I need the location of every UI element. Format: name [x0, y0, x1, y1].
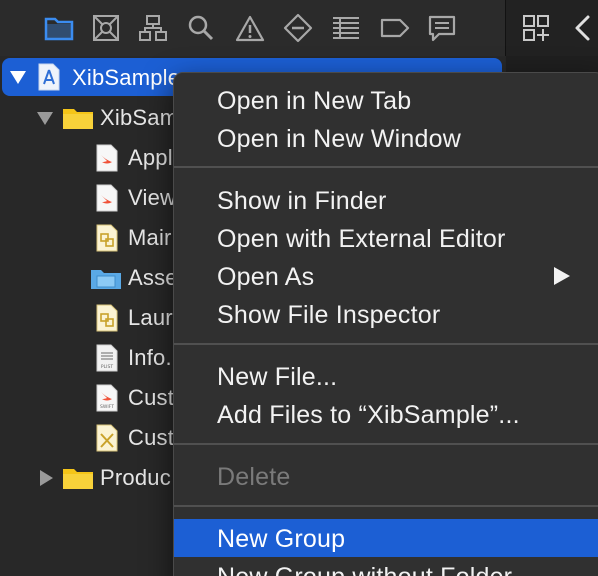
tree-item-label: Info. [128, 345, 172, 370]
menu-item-label: Open with External Editor [217, 225, 506, 253]
menu-item-delete: Delete [174, 457, 598, 495]
menu-separator [174, 166, 598, 168]
hierarchy-icon[interactable] [137, 12, 169, 44]
menu-separator [174, 505, 598, 507]
menu-item-new-file[interactable]: New File... [174, 357, 598, 395]
menu-item-label: Show in Finder [217, 187, 387, 215]
navigator-toolbar [0, 0, 505, 57]
storyboard-file-icon [96, 224, 118, 252]
menu-separator [174, 443, 598, 445]
menu-item-label: New Group [217, 525, 346, 553]
tree-item-label: Produc [100, 465, 171, 490]
editor-toolbar [506, 0, 598, 56]
menu-item-show-file-inspector[interactable]: Show File Inspector [174, 295, 598, 333]
menu-item-new-group-without-folder[interactable]: New Group without Folder [174, 557, 598, 576]
disclosure-triangle-icon[interactable] [40, 470, 53, 486]
menu-item-open-in-new-window[interactable]: Open in New Window [174, 119, 598, 157]
yellow-folder-icon [63, 469, 93, 489]
menu-item-label: Open in New Tab [217, 87, 412, 115]
tree-item-label: Asse [128, 265, 178, 290]
search-icon[interactable] [185, 12, 217, 44]
menu-item-show-in-finder[interactable]: Show in Finder [174, 181, 598, 219]
source-control-icon[interactable] [90, 12, 122, 44]
tree-item-label: Cust [128, 425, 175, 450]
test-diamond-icon[interactable] [282, 12, 314, 44]
menu-item-label: Open As [217, 263, 315, 291]
xcode-project-icon [38, 63, 60, 91]
report-icon[interactable] [426, 12, 458, 44]
disclosure-triangle-icon[interactable] [10, 71, 26, 84]
breakpoint-icon[interactable] [379, 12, 411, 44]
debug-list-icon[interactable] [330, 12, 362, 44]
storyboard-file-icon [96, 304, 118, 332]
plist-file-icon: PLIST [96, 344, 118, 372]
folder-icon[interactable] [43, 12, 75, 44]
tree-item-label: Laur [128, 305, 173, 330]
submenu-arrow-icon [554, 267, 570, 285]
menu-item-label: Open in New Window [217, 125, 461, 153]
tree-item-label: View [128, 185, 177, 210]
menu-item-open-as[interactable]: Open As [174, 257, 598, 295]
menu-separator [174, 343, 598, 345]
chevron-left-icon[interactable] [566, 12, 598, 44]
xib-file-icon [96, 424, 118, 452]
xcode-window: XibSample XibSam Appl View Mair Asse Lau… [0, 0, 598, 576]
swift-file-icon: SWIFT [96, 384, 118, 412]
file-type-badge: SWIFT [100, 404, 114, 410]
tree-item-label: Mair [128, 225, 172, 250]
menu-item-open-in-new-tab[interactable]: Open in New Tab [174, 81, 598, 119]
tree-item-label: XibSam [100, 105, 179, 130]
swift-file-icon [96, 144, 118, 172]
menu-item-open-with-external-editor[interactable]: Open with External Editor [174, 219, 598, 257]
menu-item-new-group[interactable]: New Group [174, 519, 598, 557]
menu-item-label: Add Files to “XibSample”... [217, 401, 520, 429]
tree-item-label: Cust [128, 385, 175, 410]
file-type-badge: PLIST [101, 364, 113, 370]
disclosure-triangle-icon[interactable] [37, 112, 53, 125]
menu-item-label: Delete [217, 463, 291, 491]
menu-item-label: New Group without Folder [217, 563, 512, 576]
yellow-folder-icon [63, 109, 93, 129]
asset-catalog-icon [91, 270, 121, 289]
menu-item-label: New File... [217, 363, 338, 391]
tree-item-label: Appl [128, 145, 173, 170]
tree-item-label: XibSample [72, 65, 181, 90]
swift-file-icon [96, 184, 118, 212]
related-items-grid-icon[interactable] [520, 12, 552, 44]
menu-item-label: Show File Inspector [217, 301, 441, 329]
context-menu: Open in New Tab Open in New Window Show … [173, 72, 598, 576]
warning-icon[interactable] [234, 12, 266, 44]
menu-item-add-files[interactable]: Add Files to “XibSample”... [174, 395, 598, 433]
